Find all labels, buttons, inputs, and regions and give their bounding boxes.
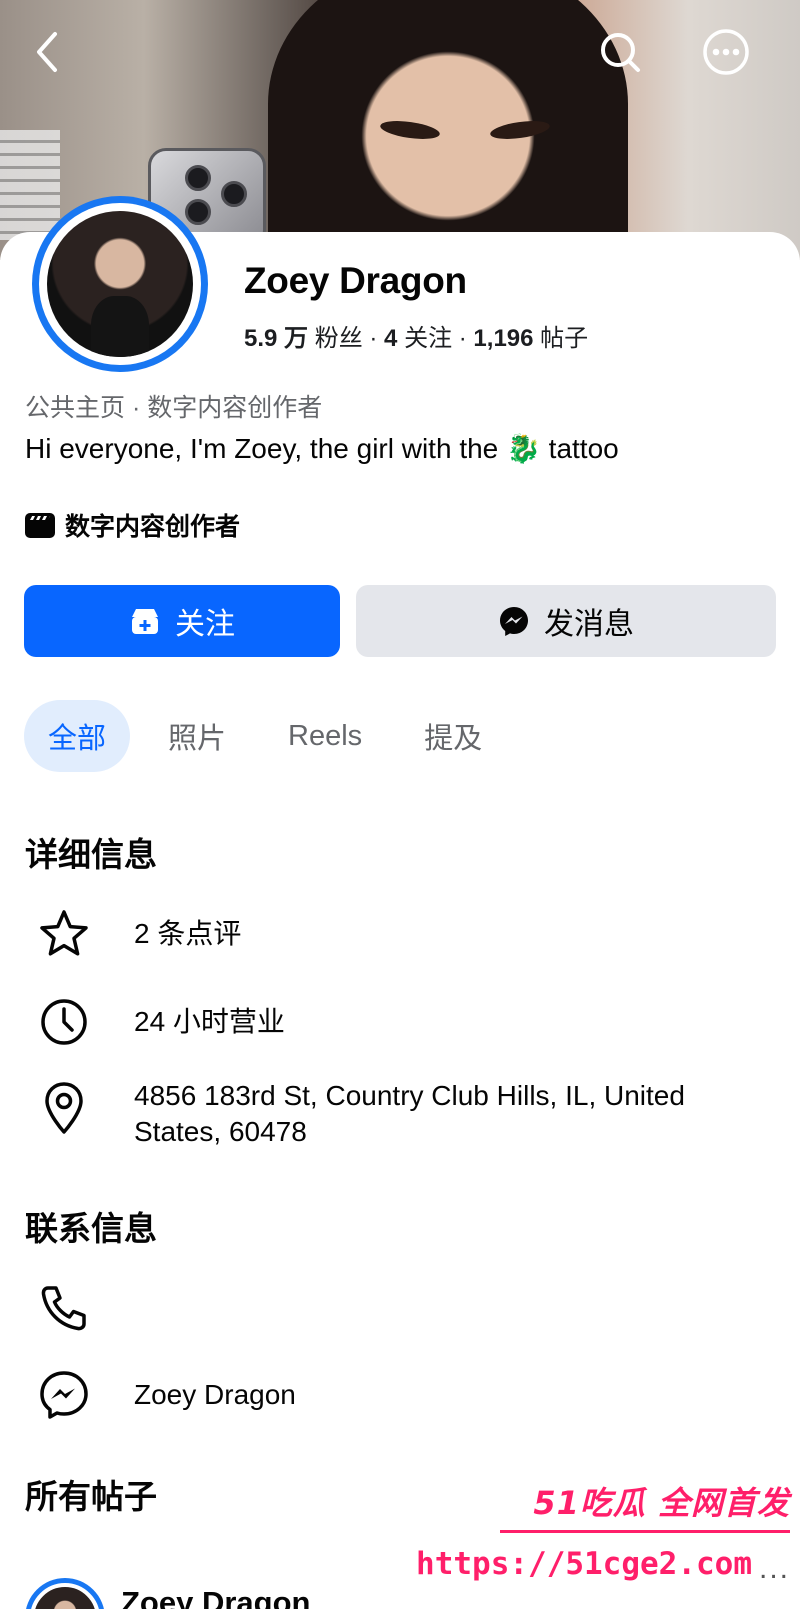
tab-reels[interactable]: Reels xyxy=(264,700,386,772)
profile-bio: Hi everyone, I'm Zoey, the girl with the… xyxy=(25,433,619,464)
cover-blinds xyxy=(0,130,60,240)
avatar-photo xyxy=(47,211,193,357)
reviews-row[interactable]: 2 条点评 xyxy=(36,906,734,962)
search-icon xyxy=(601,33,640,72)
cover-portrait xyxy=(268,0,628,260)
posts-stat[interactable]: 1,196 帖子 xyxy=(473,325,588,352)
location-pin-icon xyxy=(45,1082,83,1134)
profile-stats: 5.9 万 粉丝 · 4 关注 · 1,196 帖子 xyxy=(244,318,588,353)
watermark-more: ... xyxy=(758,1552,790,1585)
follow-label: 关注 xyxy=(175,608,235,641)
creator-icon xyxy=(25,512,55,538)
follow-icon xyxy=(132,609,158,634)
contact-title: 联系信息 xyxy=(25,1210,157,1247)
hours-row: 24 小时营业 xyxy=(36,994,734,1050)
watermark-line xyxy=(500,1530,790,1533)
back-button[interactable] xyxy=(16,20,80,84)
phone-row[interactable] xyxy=(36,1280,92,1336)
tab-all[interactable]: 全部 xyxy=(24,700,131,772)
more-icon xyxy=(703,29,749,75)
profile-name: Zoey Dragon xyxy=(244,260,467,301)
stat-separator: · xyxy=(369,325,378,352)
message-button[interactable]: 发消息 xyxy=(356,585,776,657)
details-title: 详细信息 xyxy=(25,836,157,873)
posts-title: 所有帖子 xyxy=(25,1478,157,1515)
profile-avatar[interactable] xyxy=(32,196,208,372)
profile-tabs: 全部 照片 Reels 提及 xyxy=(24,700,520,772)
phone-icon xyxy=(41,1286,86,1331)
address-text: 4856 183rd St, Country Club Hills, IL, U… xyxy=(134,1080,685,1147)
hours-text: 24 小时营业 xyxy=(134,1006,285,1037)
creator-label: 数字内容创作者 xyxy=(65,513,241,541)
watermark-url: https://51cge2.com xyxy=(416,1546,752,1582)
post-avatar[interactable] xyxy=(25,1578,105,1609)
post-header[interactable]: Zoey Dragon xyxy=(25,1578,310,1609)
follow-button[interactable]: 关注 xyxy=(24,585,340,657)
following-stat[interactable]: 4 关注 xyxy=(384,325,452,352)
more-button[interactable] xyxy=(694,20,758,84)
star-icon xyxy=(40,910,88,956)
watermark: 51吃瓜 全网首发 https://51cge2.com ... xyxy=(416,1478,790,1598)
clock-icon xyxy=(41,999,87,1045)
back-icon xyxy=(37,32,57,72)
page-category: 公共主页 · 数字内容创作者 xyxy=(25,394,323,422)
messenger-row[interactable]: Zoey Dragon xyxy=(36,1367,734,1423)
reviews-text: 2 条点评 xyxy=(134,918,242,949)
messenger-name: Zoey Dragon xyxy=(134,1379,296,1410)
tab-mentions[interactable]: 提及 xyxy=(400,700,506,772)
message-label: 发消息 xyxy=(544,608,634,641)
tab-photos[interactable]: 照片 xyxy=(144,700,250,772)
post-author[interactable]: Zoey Dragon xyxy=(121,1585,310,1609)
search-button[interactable] xyxy=(588,20,652,84)
address-row[interactable]: 4856 183rd St, Country Club Hills, IL, U… xyxy=(36,1080,734,1150)
followers-stat[interactable]: 5.9 万 粉丝 xyxy=(244,325,363,352)
creator-tag: 数字内容创作者 xyxy=(25,507,240,543)
watermark-brand: 51吃瓜 全网首发 xyxy=(533,1484,790,1522)
stat-separator: · xyxy=(458,325,467,352)
messenger-icon xyxy=(40,1371,88,1419)
messenger-icon xyxy=(500,607,528,636)
